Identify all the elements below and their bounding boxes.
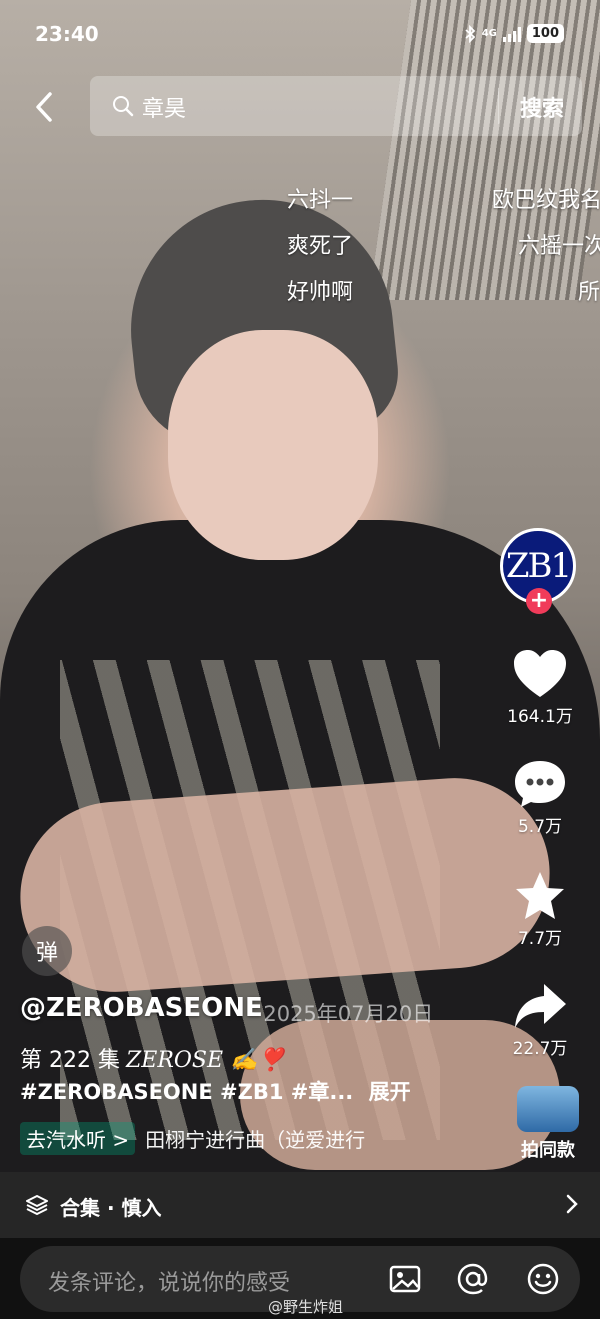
search-box[interactable]: 章昊 搜索 <box>90 76 582 136</box>
same-style-label: 拍同款 <box>521 1140 575 1161</box>
episode-decoration: ZEROSE ✍️❣️ <box>125 1048 285 1073</box>
danmaku-item: 爽死了 <box>287 234 354 259</box>
bluetooth-icon <box>465 24 476 43</box>
music-title: 田栩宁进行曲（逆爱进行 <box>145 1128 366 1152</box>
author-name[interactable]: @ZEROBASEONE <box>20 993 263 1023</box>
hashtags[interactable]: #ZEROBASEONE #ZB1 #章... <box>20 1080 353 1104</box>
share-button[interactable]: 22.7万 <box>490 980 590 1059</box>
face <box>168 330 378 560</box>
danmaku-item: 欧巴纹我名 <box>492 188 600 213</box>
expand-link[interactable]: 展开 <box>369 1080 411 1104</box>
hashtags-line: #ZEROBASEONE #ZB1 #章... 展开 <box>20 1076 411 1106</box>
same-style-thumbnail <box>517 1086 579 1132</box>
post-date: · 2025年07月20日 <box>250 1002 434 1026</box>
status-icons: 4G 100 <box>464 24 564 43</box>
comment-placeholder: 发条评论，说说你的感受 <box>48 1271 291 1296</box>
like-count: 164.1万 <box>507 707 573 727</box>
search-icon <box>113 96 134 117</box>
danmaku-item: 所 <box>578 280 600 305</box>
network-type: 4G <box>481 28 497 39</box>
episode-number: 第 222 集 <box>20 1048 120 1073</box>
music-row[interactable]: 去汽水听 > 田栩宁进行曲（逆爱进行 <box>20 1122 365 1155</box>
clock: 23:40 <box>35 22 99 46</box>
episode-line[interactable]: 第 222 集 ZEROSE ✍️❣️ <box>20 1042 285 1074</box>
collection-label: 合集 · 慎入 <box>60 1196 162 1220</box>
share-count: 22.7万 <box>512 1039 568 1059</box>
share-arrow-icon <box>515 984 566 1028</box>
music-app-link[interactable]: 去汽水听 > <box>20 1122 136 1155</box>
search-query[interactable]: 章昊 <box>142 91 186 123</box>
mention-at-icon[interactable] <box>456 1262 490 1296</box>
like-button[interactable]: 164.1万 <box>490 648 590 727</box>
same-style-button[interactable]: 拍同款 <box>512 1086 584 1162</box>
danmaku-item: 六抖一 <box>287 188 354 213</box>
chevron-right-icon <box>566 1194 578 1214</box>
status-bar: 23:40 4G 100 <box>0 0 600 70</box>
back-arrow-icon[interactable] <box>30 90 60 124</box>
hands <box>14 771 556 999</box>
favorite-button[interactable]: 7.7万 <box>490 870 590 949</box>
comment-count: 5.7万 <box>517 817 563 837</box>
signal-icon <box>502 26 521 42</box>
emoji-icon[interactable] <box>526 1262 560 1296</box>
comment-button[interactable]: 5.7万 <box>490 758 590 837</box>
follow-plus-icon[interactable]: + <box>526 588 552 614</box>
image-icon[interactable] <box>388 1262 422 1296</box>
top-bar: 章昊 搜索 <box>0 76 600 138</box>
heart-icon <box>514 650 566 697</box>
search-divider <box>498 88 499 124</box>
collection-bar[interactable]: 合集 · 慎入 <box>0 1172 600 1238</box>
star-icon <box>516 872 564 919</box>
danmaku-toggle-button[interactable]: 弹 <box>22 926 72 976</box>
battery-icon: 100 <box>526 24 564 43</box>
watermark: @野生炸姐 <box>268 1298 344 1316</box>
layers-icon <box>26 1195 48 1215</box>
favorite-count: 7.7万 <box>517 929 563 949</box>
comment-bubble-icon <box>515 761 565 807</box>
search-button[interactable]: 搜索 <box>520 91 564 123</box>
danmaku-item: 好帅啊 <box>287 280 354 305</box>
danmaku-item: 六摇一次 <box>518 234 600 259</box>
